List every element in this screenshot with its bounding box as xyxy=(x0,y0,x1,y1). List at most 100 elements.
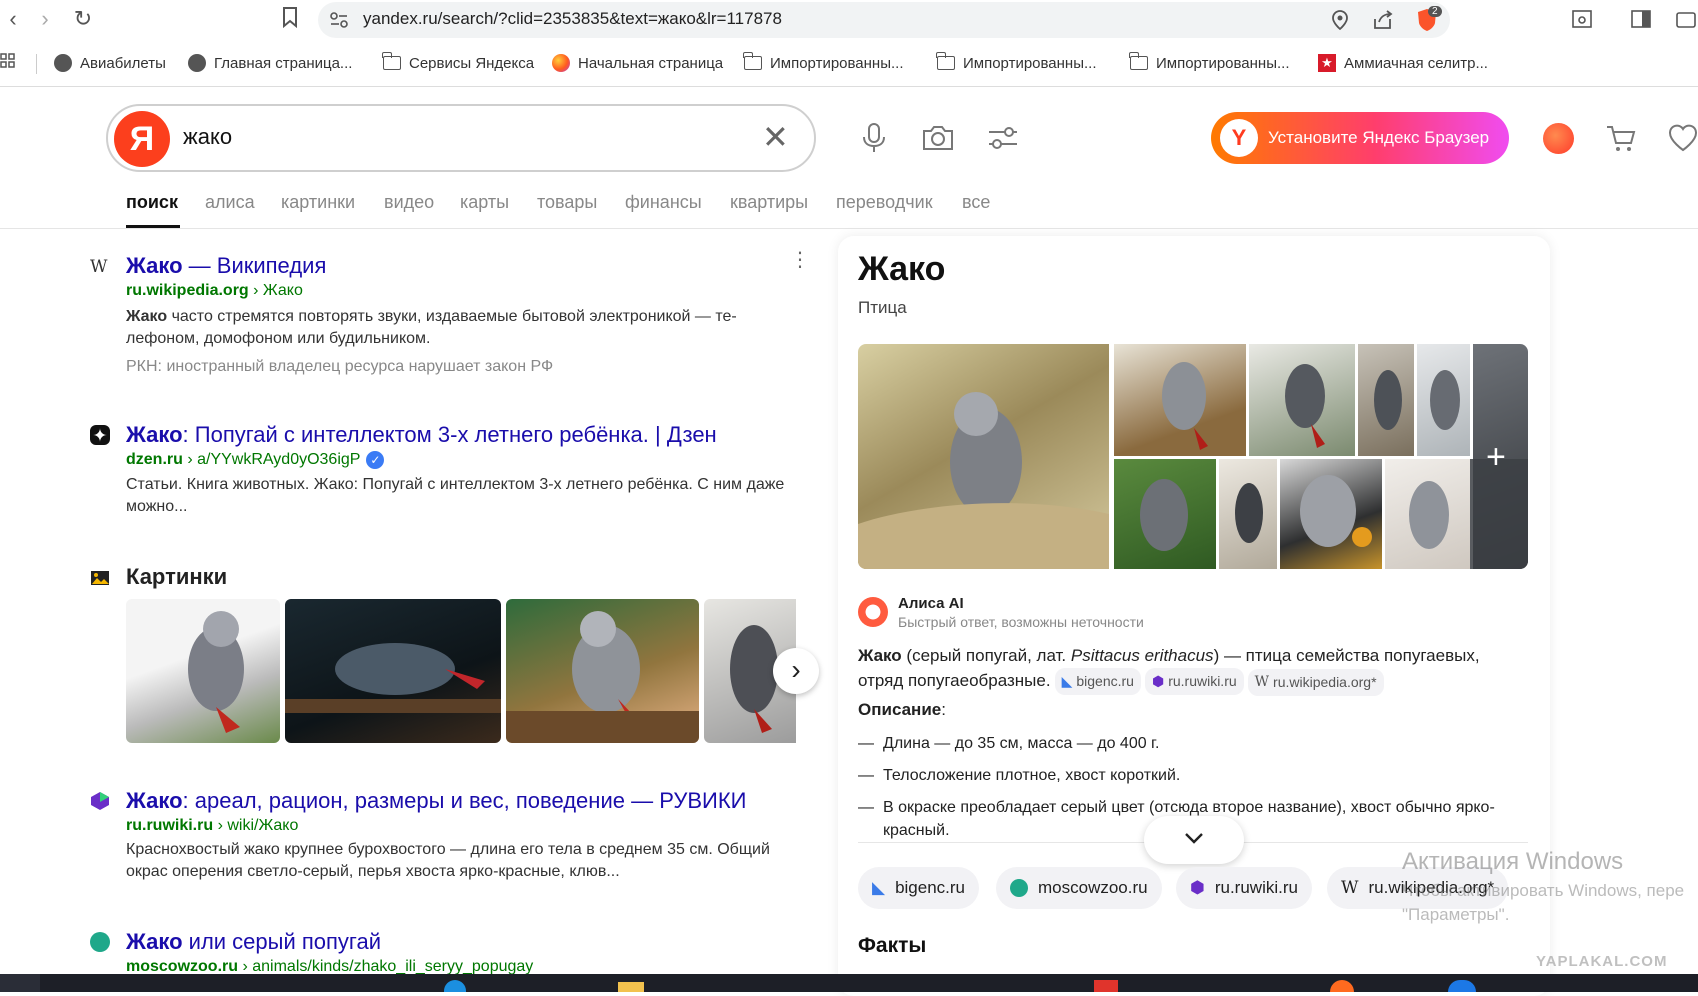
kp-gallery-image[interactable] xyxy=(1219,459,1277,569)
favorites-heart-icon[interactable] xyxy=(1668,122,1698,154)
tab-video[interactable]: видео xyxy=(384,192,434,213)
description-dash: — xyxy=(858,735,874,752)
result-url[interactable]: dzen.ru › a/YYwkRAyd0yO36igP ✓ xyxy=(126,451,385,469)
alice-icon[interactable] xyxy=(1543,123,1574,154)
tab-search[interactable]: поиск xyxy=(126,192,178,213)
tab-maps[interactable]: карты xyxy=(460,192,509,213)
taskbar-app-icon[interactable] xyxy=(618,982,644,992)
bookmark-item[interactable]: ★ Аммиачная селитр... xyxy=(1318,52,1488,74)
kp-gallery-image[interactable] xyxy=(1358,344,1414,456)
reader-mode-icon[interactable] xyxy=(1572,10,1592,28)
tab-goods[interactable]: товары xyxy=(537,192,597,213)
verified-icon: ✓ xyxy=(366,451,385,469)
bookmark-item[interactable]: Импортированны... xyxy=(1129,52,1290,74)
forward-icon[interactable]: › xyxy=(32,6,58,32)
ruwiki-icon: ⬢ xyxy=(1151,673,1165,689)
result-url[interactable]: ru.wikipedia.org › Жако xyxy=(126,282,303,300)
taskbar-app-icon[interactable] xyxy=(1448,980,1476,992)
tab-images[interactable]: картинки xyxy=(281,192,355,213)
shield-count-badge: 2 xyxy=(1428,6,1442,17)
taskbar-app-icon[interactable] xyxy=(444,980,466,992)
folder-icon xyxy=(936,52,955,70)
wikipedia-icon: W xyxy=(1254,674,1270,690)
kp-subtitle: Птица xyxy=(858,298,907,317)
tab-all[interactable]: все xyxy=(962,192,990,213)
install-browser-label: Установите Яндекс Браузер xyxy=(1268,128,1490,147)
alice-ai-name: Алиса AI xyxy=(898,595,964,612)
bookmarks-divider xyxy=(36,54,37,74)
images-block-title[interactable]: Картинки xyxy=(126,564,227,590)
source-chip[interactable]: ⬢ ru.ruwiki.ru xyxy=(1144,668,1244,695)
bookmark-icon[interactable] xyxy=(277,6,303,32)
tab-realty[interactable]: квартиры xyxy=(730,192,808,213)
kp-gallery-image[interactable] xyxy=(1249,344,1355,456)
header-divider xyxy=(0,228,1698,229)
brave-shield-icon[interactable]: 2 xyxy=(1416,6,1442,32)
site-watermark: YAPLAKAL.COM xyxy=(1536,953,1668,970)
wallet-icon[interactable] xyxy=(1676,9,1696,29)
result-title[interactable]: Жако: ареал, рацион, размеры и вес, пове… xyxy=(126,788,746,814)
bookmark-item[interactable]: Импортированны... xyxy=(936,52,1097,74)
windows-activation-text: "Параметры". xyxy=(1402,905,1510,924)
cart-icon[interactable] xyxy=(1605,122,1637,154)
bookmark-item[interactable]: Начальная страница xyxy=(552,52,723,74)
chevron-down-icon xyxy=(1185,833,1203,844)
result-title[interactable]: Жако или серый попугай xyxy=(126,929,381,955)
url-text[interactable]: yandex.ru/search/?clid=2353835&text=жако… xyxy=(363,9,782,29)
image-thumbnail[interactable] xyxy=(126,599,280,743)
kp-gallery-image[interactable] xyxy=(1114,344,1246,456)
result-snippet: Краснохвостый жако крупнее бурохвостого … xyxy=(126,841,770,880)
install-browser-button[interactable]: Y Установите Яндекс Браузер xyxy=(1211,112,1509,164)
back-icon[interactable]: ‹ xyxy=(0,6,26,32)
search-input[interactable]: жако xyxy=(183,124,232,150)
expand-button[interactable] xyxy=(1144,816,1244,864)
result-url[interactable]: ru.ruwiki.ru › wiki/Жако xyxy=(126,817,298,835)
camera-search-icon[interactable] xyxy=(920,120,956,156)
result-title[interactable]: Жако — Википедия xyxy=(126,253,326,279)
kp-gallery-image[interactable] xyxy=(1385,459,1470,569)
tab-translator[interactable]: переводчик xyxy=(836,192,933,213)
bookmark-item[interactable]: Авиабилеты xyxy=(54,52,166,74)
moscowzoo-favicon xyxy=(90,932,110,952)
location-icon[interactable] xyxy=(1331,10,1349,30)
bookmark-item[interactable]: Импортированны... xyxy=(743,52,904,74)
taskbar-app-icon[interactable] xyxy=(1330,980,1354,992)
gallery-more-icon[interactable]: + xyxy=(1486,440,1506,474)
image-thumbnail[interactable] xyxy=(285,599,501,743)
source-chip[interactable]: moscowzoo.ru xyxy=(996,867,1162,909)
result-title[interactable]: Жако: Попугай с интеллектом 3-х летнего … xyxy=(126,422,717,448)
more-options-icon[interactable]: ⋮ xyxy=(790,250,810,270)
source-chip[interactable]: ◣ bigenc.ru xyxy=(858,867,980,909)
apps-grid-icon[interactable] xyxy=(0,53,16,73)
source-chip[interactable]: ◣ bigenc.ru xyxy=(1054,668,1141,695)
globe-icon xyxy=(54,54,72,72)
bookmark-item[interactable]: Сервисы Яндекса xyxy=(382,52,534,74)
site-settings-icon[interactable] xyxy=(330,12,348,28)
clear-icon[interactable]: ✕ xyxy=(762,121,789,153)
bookmark-item[interactable]: Главная страница... xyxy=(188,52,352,74)
share-icon[interactable] xyxy=(1372,10,1394,30)
reload-icon[interactable]: ↻ xyxy=(70,6,96,32)
images-next-button[interactable]: › xyxy=(773,648,819,694)
microphone-icon[interactable] xyxy=(856,120,892,156)
tab-alice[interactable]: алиса xyxy=(205,192,255,213)
source-chip[interactable]: ⬢ ru.ruwiki.ru xyxy=(1176,867,1312,909)
kp-main-image[interactable] xyxy=(858,344,1109,569)
start-icon[interactable] xyxy=(0,974,40,992)
folder-icon xyxy=(743,52,762,70)
sidebar-icon[interactable] xyxy=(1631,10,1651,28)
moscowzoo-icon xyxy=(1010,879,1028,897)
kp-gallery-image[interactable] xyxy=(1280,459,1382,569)
filters-icon[interactable] xyxy=(985,120,1021,156)
image-thumbnail[interactable] xyxy=(506,599,699,743)
tab-finance[interactable]: финансы xyxy=(625,192,702,213)
source-chip[interactable]: Wru.wikipedia.org* xyxy=(1247,669,1384,696)
result-snippet: Жако часто стремятся повторять звуки, из… xyxy=(126,308,737,347)
kp-gallery-image[interactable] xyxy=(1417,344,1470,456)
firefox-icon xyxy=(552,54,570,72)
kp-gallery-image[interactable] xyxy=(1114,459,1216,569)
facts-heading: Факты xyxy=(858,934,927,957)
taskbar-app-icon[interactable] xyxy=(1094,980,1118,992)
yandex-logo[interactable]: Я xyxy=(114,111,170,167)
yandex-browser-icon: Y xyxy=(1220,119,1258,157)
